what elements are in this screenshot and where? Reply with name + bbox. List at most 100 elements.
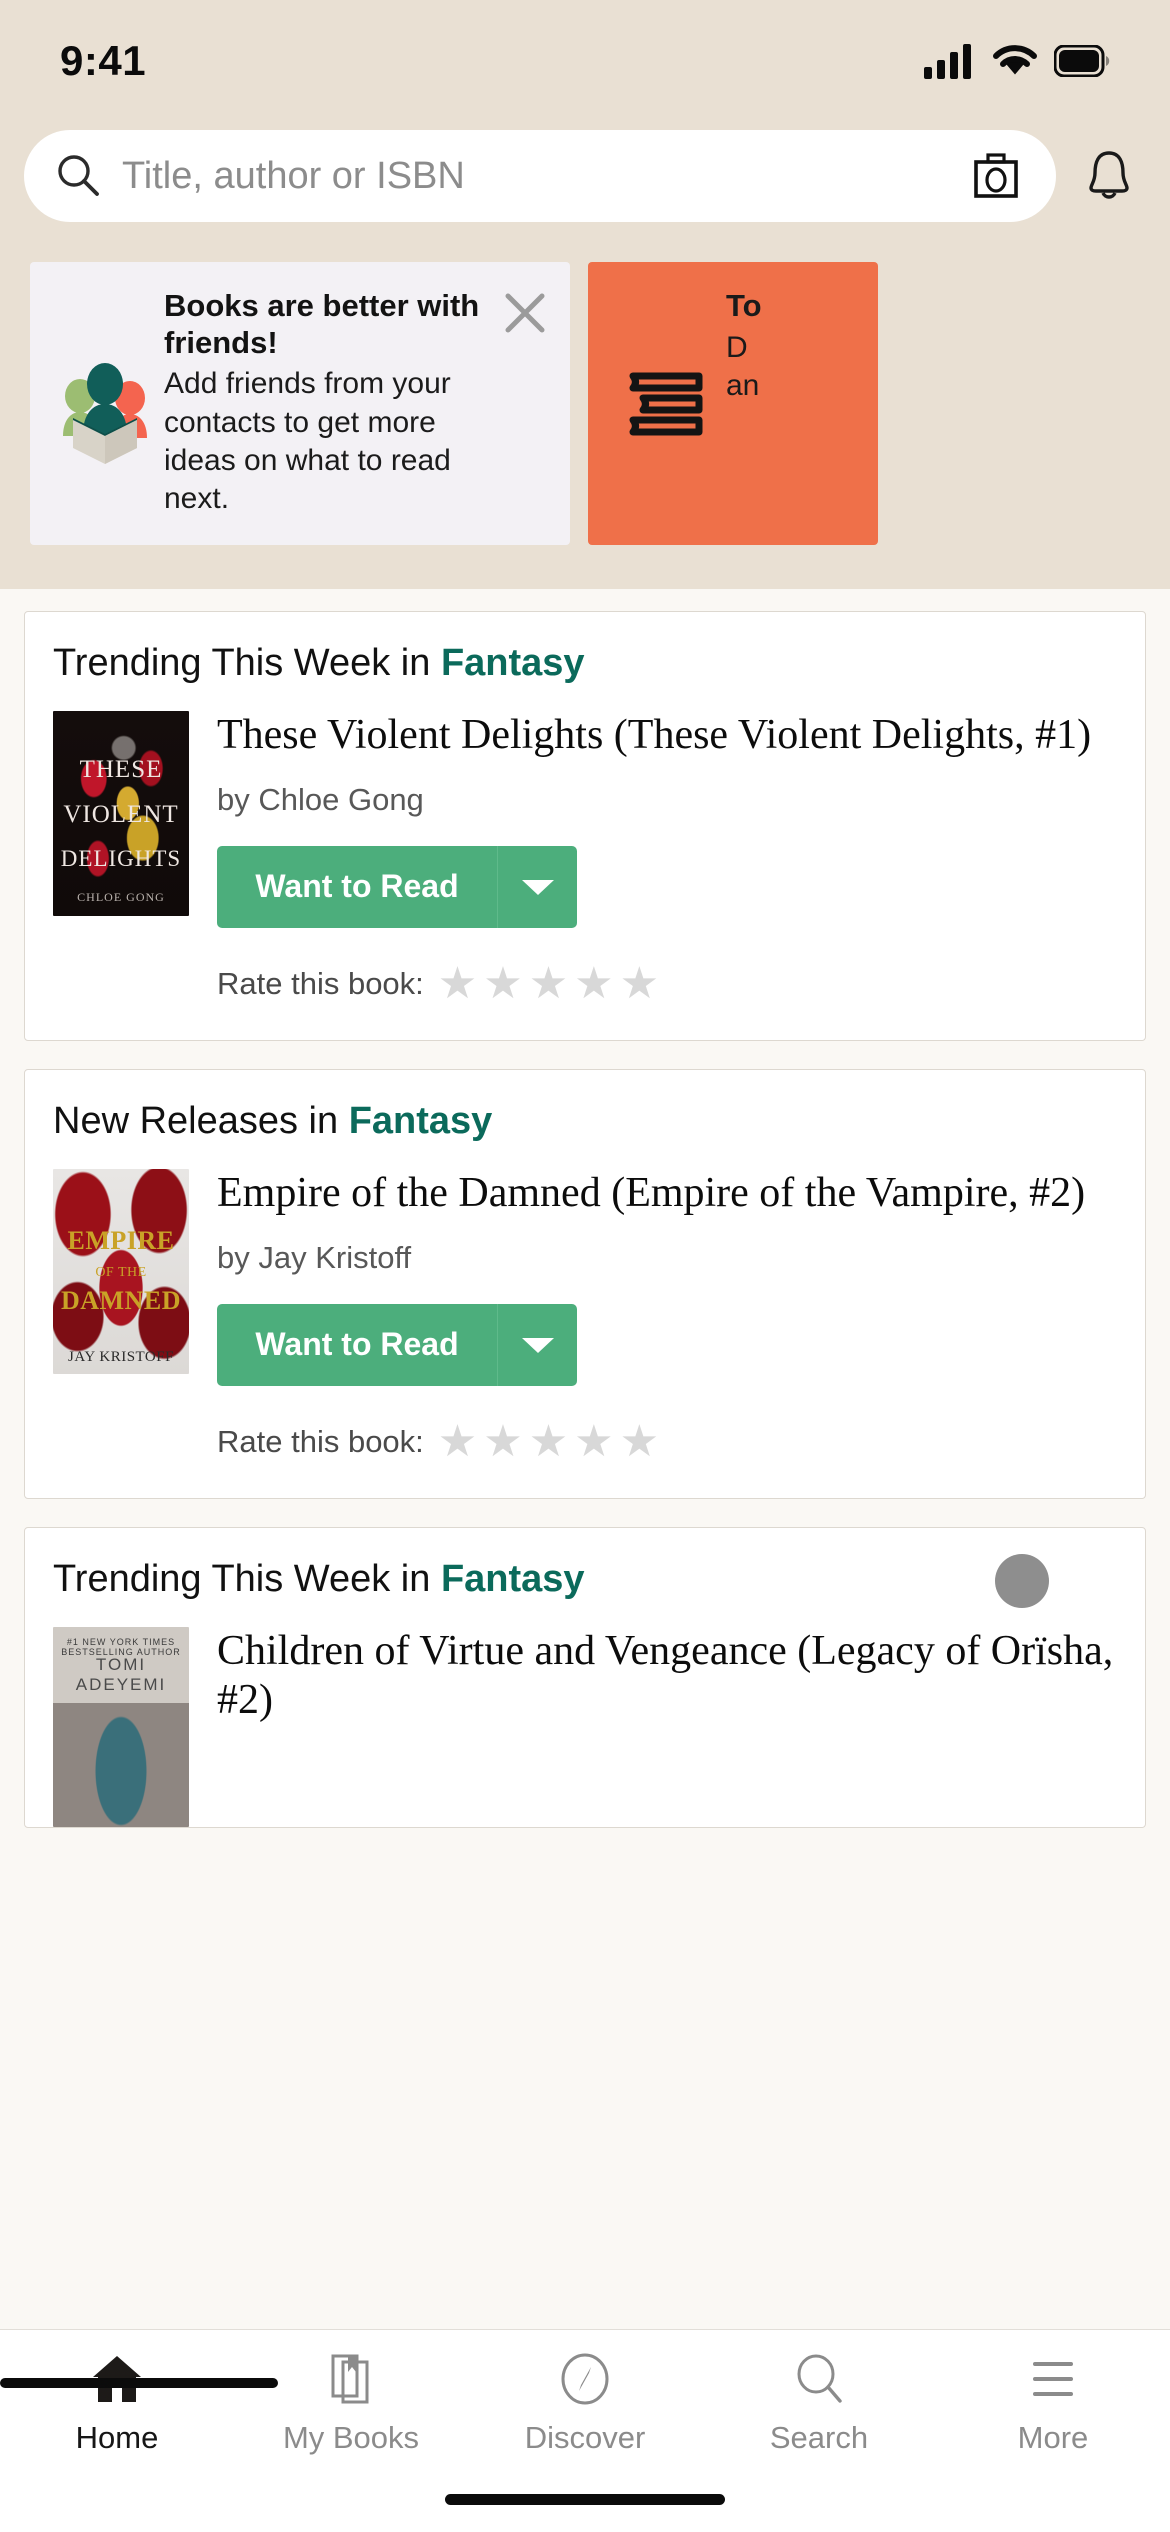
close-icon <box>505 293 545 333</box>
rate-label: Rate this book: <box>217 1423 424 1459</box>
tab-more-label: More <box>1017 2420 1089 2455</box>
book-title[interactable]: These Violent Delights (These Violent De… <box>217 711 1117 760</box>
search-input[interactable]: Title, author or ISBN <box>122 155 950 198</box>
book-info: Empire of the Damned (Empire of the Vamp… <box>217 1169 1117 1464</box>
star-2[interactable]: ★ <box>483 961 522 1006</box>
compass-icon <box>561 2353 609 2405</box>
status-time: 9:41 <box>60 37 147 84</box>
cover-banner-text: #1 NEW YORK TIMES BESTSELLING AUTHOR <box>61 1636 181 1657</box>
card-heading: Trending This Week in Fantasy <box>53 1558 1117 1601</box>
tab-my-books-label: My Books <box>282 2420 420 2455</box>
want-to-read-banner[interactable]: To D an <box>588 262 878 545</box>
card-heading-genre[interactable]: Fantasy <box>349 1100 493 1142</box>
book-info: These Violent Delights (These Violent De… <box>217 711 1117 1006</box>
rating-stars[interactable]: ★ ★ ★ ★ ★ <box>438 1419 659 1464</box>
home-indicator[interactable] <box>445 2493 725 2505</box>
search-row: Title, author or ISBN <box>0 100 1170 222</box>
want-to-read-label: Want to Read <box>255 868 459 905</box>
cover-title-line3: DELIGHTS <box>60 846 182 872</box>
tab-search-label: Search <box>769 2420 869 2455</box>
friends-banner[interactable]: Books are better with friends! Add frien… <box>30 262 570 545</box>
search-bar[interactable]: Title, author or ISBN <box>24 130 1056 222</box>
card-heading-genre[interactable]: Fantasy <box>441 1558 585 1600</box>
wifi-icon <box>993 45 1037 75</box>
avatar[interactable] <box>995 1553 1049 1608</box>
star-4[interactable]: ★ <box>574 961 613 1006</box>
star-5[interactable]: ★ <box>620 1419 659 1464</box>
rate-row[interactable]: Rate this book: ★ ★ ★ ★ ★ <box>217 1419 1117 1464</box>
rate-label: Rate this book: <box>217 965 424 1001</box>
book-info: Children of Virtue and Vengeance (Legacy… <box>217 1627 1117 1827</box>
cover-title-line3: DAMNED <box>61 1285 181 1315</box>
shelf-dropdown-button[interactable] <box>497 1303 577 1386</box>
cellular-signal-icon <box>924 44 971 79</box>
status-icons <box>924 43 1110 79</box>
book-row: THESE VIOLENT DELIGHTS CHLOE GONG These … <box>53 710 1117 1006</box>
book-author[interactable]: by Chloe Gong <box>217 782 1117 818</box>
cover-title-line2: OF THE <box>95 1265 147 1281</box>
notification-bell-button[interactable] <box>1072 139 1146 213</box>
card-heading: New Releases in Fantasy <box>53 1100 1117 1143</box>
hamburger-menu-icon <box>1033 2362 1073 2396</box>
tab-discover-label: Discover <box>524 2420 646 2455</box>
book-title[interactable]: Children of Virtue and Vengeance (Legacy… <box>217 1627 1117 1725</box>
friends-banner-body: Add friends from your contacts to get mo… <box>164 367 451 516</box>
want-to-read-banner-text: To D an <box>720 288 868 519</box>
rate-row[interactable]: Rate this book: ★ ★ ★ ★ ★ <box>217 961 1117 1006</box>
tab-home[interactable]: Home <box>0 2352 234 2456</box>
feed-card[interactable]: Trending This Week in Fantasy #1 NEW YOR… <box>24 1526 1146 1828</box>
star-3[interactable]: ★ <box>529 961 568 1006</box>
cover-author: JAY KRISTOFF <box>68 1348 174 1365</box>
chevron-down-icon <box>521 879 554 895</box>
card-heading-prefix: New Releases in <box>53 1099 349 1142</box>
book-cover[interactable]: #1 NEW YORK TIMES BESTSELLING AUTHOR TOM… <box>53 1626 189 1827</box>
chevron-down-icon <box>521 1337 554 1353</box>
cover-title-line2: VIOLENT <box>63 800 179 828</box>
card-heading: Trending This Week in Fantasy <box>53 642 1117 685</box>
camera-scan-icon[interactable] <box>970 150 1022 202</box>
star-3[interactable]: ★ <box>529 1419 568 1464</box>
cover-author: CHLOE GONG <box>77 890 165 905</box>
battery-icon <box>1054 45 1110 77</box>
star-5[interactable]: ★ <box>620 961 659 1006</box>
star-1[interactable]: ★ <box>438 1419 477 1464</box>
want-to-read-button[interactable]: Want to Read <box>217 845 577 928</box>
book-author[interactable]: by Jay Kristoff <box>217 1240 1117 1276</box>
book-cover[interactable]: EMPIRE OF THE DAMNED JAY KRISTOFF <box>53 1168 189 1374</box>
cover-title-line1: THESE <box>79 755 163 783</box>
cover-author-name: TOMI ADEYEMI <box>75 1654 167 1694</box>
book-title[interactable]: Empire of the Damned (Empire of the Vamp… <box>217 1169 1117 1218</box>
rating-stars[interactable]: ★ ★ ★ ★ ★ <box>438 961 659 1006</box>
star-1[interactable]: ★ <box>438 961 477 1006</box>
card-heading-prefix: Trending This Week in <box>53 641 441 684</box>
book-row: #1 NEW YORK TIMES BESTSELLING AUTHOR TOM… <box>53 1626 1117 1827</box>
cover-title-line1: EMPIRE <box>67 1226 175 1256</box>
friends-banner-title: Books are better with friends! <box>164 288 480 360</box>
want-to-read-banner-line2: an <box>726 368 760 402</box>
tab-search[interactable]: Search <box>702 2352 936 2456</box>
stacked-books-icon <box>614 288 720 519</box>
feed-list[interactable]: Trending This Week in Fantasy THESE VIOL… <box>0 588 1170 2329</box>
close-banner-button[interactable] <box>498 286 552 340</box>
friends-group-icon <box>52 288 158 519</box>
tab-more[interactable]: More <box>936 2352 1170 2456</box>
card-heading-prefix: Trending This Week in <box>53 1557 441 1600</box>
feed-card[interactable]: New Releases in Fantasy EMPIRE OF THE DA… <box>24 1068 1146 1499</box>
banner-carousel[interactable]: Books are better with friends! Add frien… <box>0 222 1170 589</box>
shelf-dropdown-button[interactable] <box>497 845 577 928</box>
want-to-read-button[interactable]: Want to Read <box>217 1303 577 1386</box>
want-to-read-banner-title: To <box>726 288 762 323</box>
book-cover[interactable]: THESE VIOLENT DELIGHTS CHLOE GONG <box>53 710 189 916</box>
tab-discover[interactable]: Discover <box>468 2352 702 2456</box>
tab-home-label: Home <box>75 2420 159 2455</box>
bottom-tab-bar[interactable]: Home My Books Discover Search More <box>0 2329 1170 2466</box>
home-indicator-area <box>0 2466 1170 2532</box>
notification-bell-icon <box>1089 151 1129 199</box>
tab-my-books[interactable]: My Books <box>234 2352 468 2456</box>
feed-card[interactable]: Trending This Week in Fantasy THESE VIOL… <box>24 610 1146 1041</box>
search-icon <box>58 155 99 196</box>
star-4[interactable]: ★ <box>574 1419 613 1464</box>
want-to-read-banner-line1: D <box>726 330 748 364</box>
card-heading-genre[interactable]: Fantasy <box>441 642 585 684</box>
star-2[interactable]: ★ <box>483 1419 522 1464</box>
